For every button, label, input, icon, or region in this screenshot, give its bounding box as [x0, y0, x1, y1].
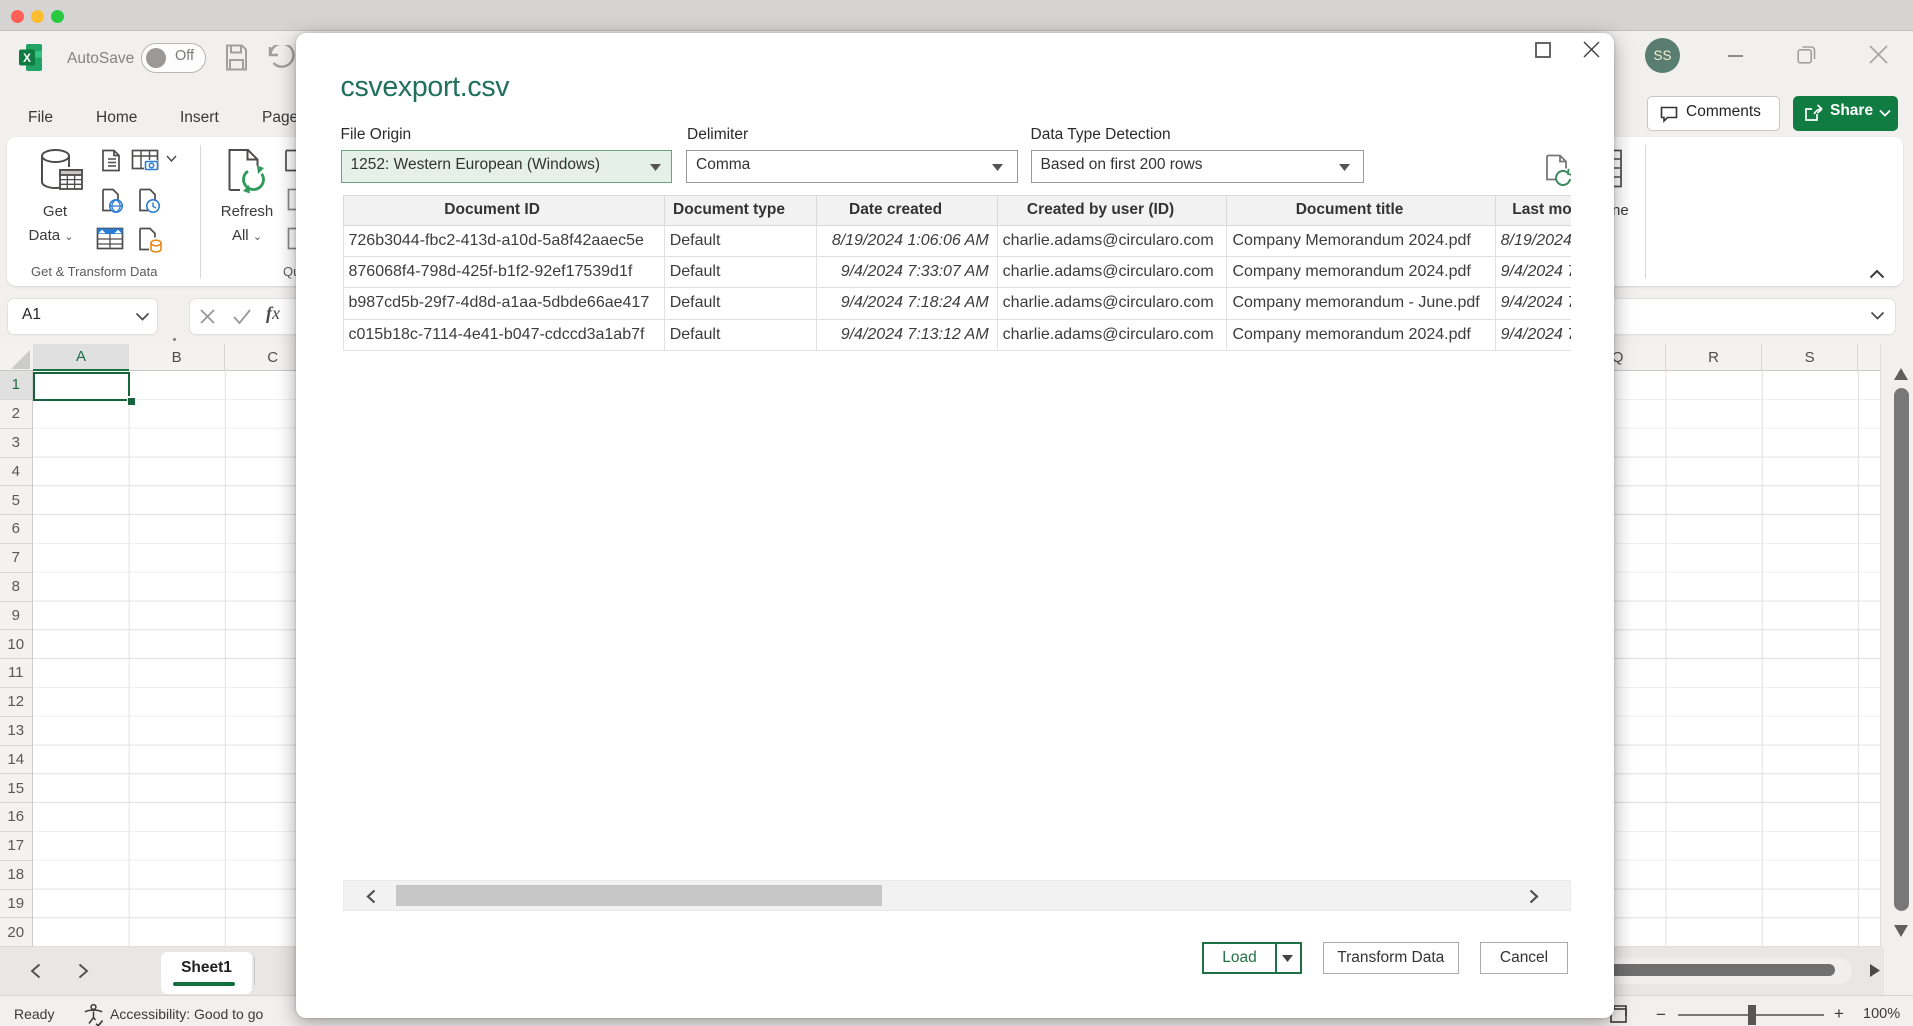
svg-text:X: X: [23, 51, 31, 65]
